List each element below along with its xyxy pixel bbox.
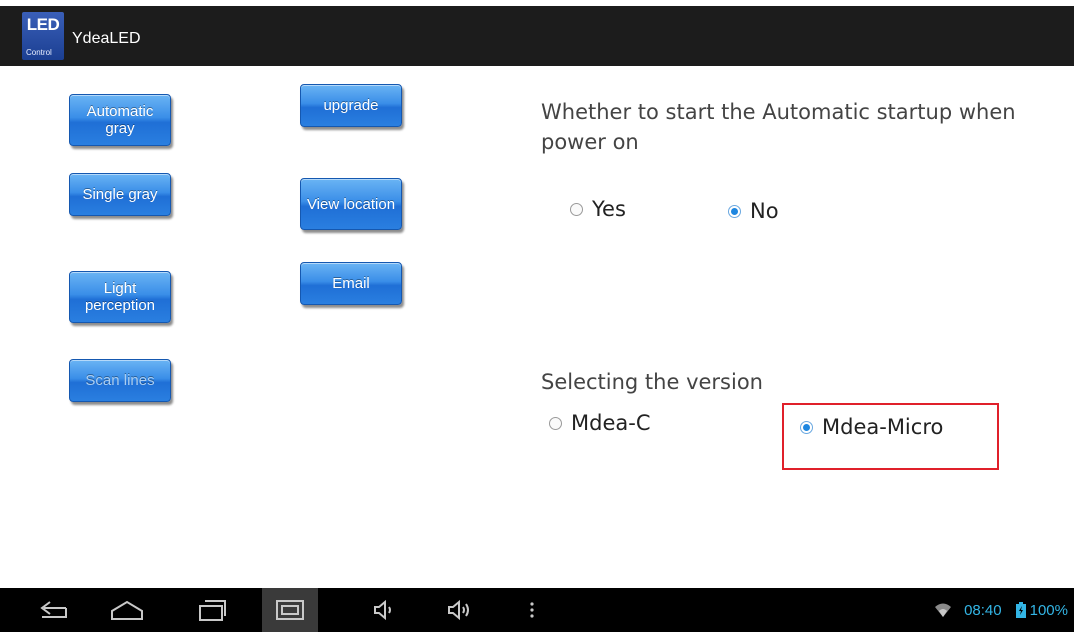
- app-logo-text: LED: [26, 15, 60, 34]
- radio-checked-icon: [728, 204, 741, 218]
- radio-mdea-c[interactable]: Mdea-C: [549, 411, 650, 435]
- battery-icon: [1015, 602, 1026, 618]
- action-bar: LED Control YdeaLED: [0, 0, 1074, 66]
- view-location-button[interactable]: View location: [300, 178, 402, 230]
- home-icon[interactable]: [104, 588, 150, 632]
- single-gray-button[interactable]: Single gray: [69, 173, 171, 216]
- recent-apps-icon[interactable]: [190, 588, 236, 632]
- app-logo-subtext: Control: [26, 48, 52, 57]
- app-title: YdeaLED: [72, 30, 141, 47]
- radio-mdea-c-label: Mdea-C: [571, 411, 651, 435]
- system-nav-bar: 08:40 100%: [0, 588, 1074, 632]
- app-logo-icon: LED Control: [22, 12, 64, 60]
- radio-no[interactable]: No: [728, 199, 779, 223]
- radio-unchecked-icon: [570, 202, 583, 216]
- highlight-box: [782, 403, 999, 470]
- version-heading: Selecting the version: [541, 370, 763, 394]
- screenshot-icon[interactable]: [262, 588, 318, 632]
- main-content: Automatic gray upgrade Single gray View …: [0, 66, 1074, 588]
- battery-level: 100%: [1029, 601, 1068, 619]
- radio-yes-label: Yes: [592, 197, 626, 221]
- clock: 08:40: [964, 601, 1002, 619]
- automatic-gray-button[interactable]: Automatic gray: [69, 94, 171, 146]
- radio-no-label: No: [750, 199, 779, 223]
- volume-up-icon[interactable]: [440, 588, 480, 632]
- back-icon[interactable]: [30, 588, 76, 632]
- email-button[interactable]: Email: [300, 262, 402, 305]
- wifi-icon: [935, 603, 952, 617]
- light-perception-button[interactable]: Light perception: [69, 271, 171, 323]
- status-area: 08:40 100%: [934, 588, 1068, 632]
- radio-unchecked-icon: [549, 416, 562, 430]
- startup-question: Whether to start the Automatic startup w…: [541, 100, 1016, 154]
- volume-down-icon[interactable]: [366, 588, 402, 632]
- upgrade-button[interactable]: upgrade: [300, 84, 402, 127]
- radio-yes[interactable]: Yes: [570, 197, 626, 221]
- more-icon[interactable]: [522, 588, 542, 632]
- scan-lines-button: Scan lines: [69, 359, 171, 402]
